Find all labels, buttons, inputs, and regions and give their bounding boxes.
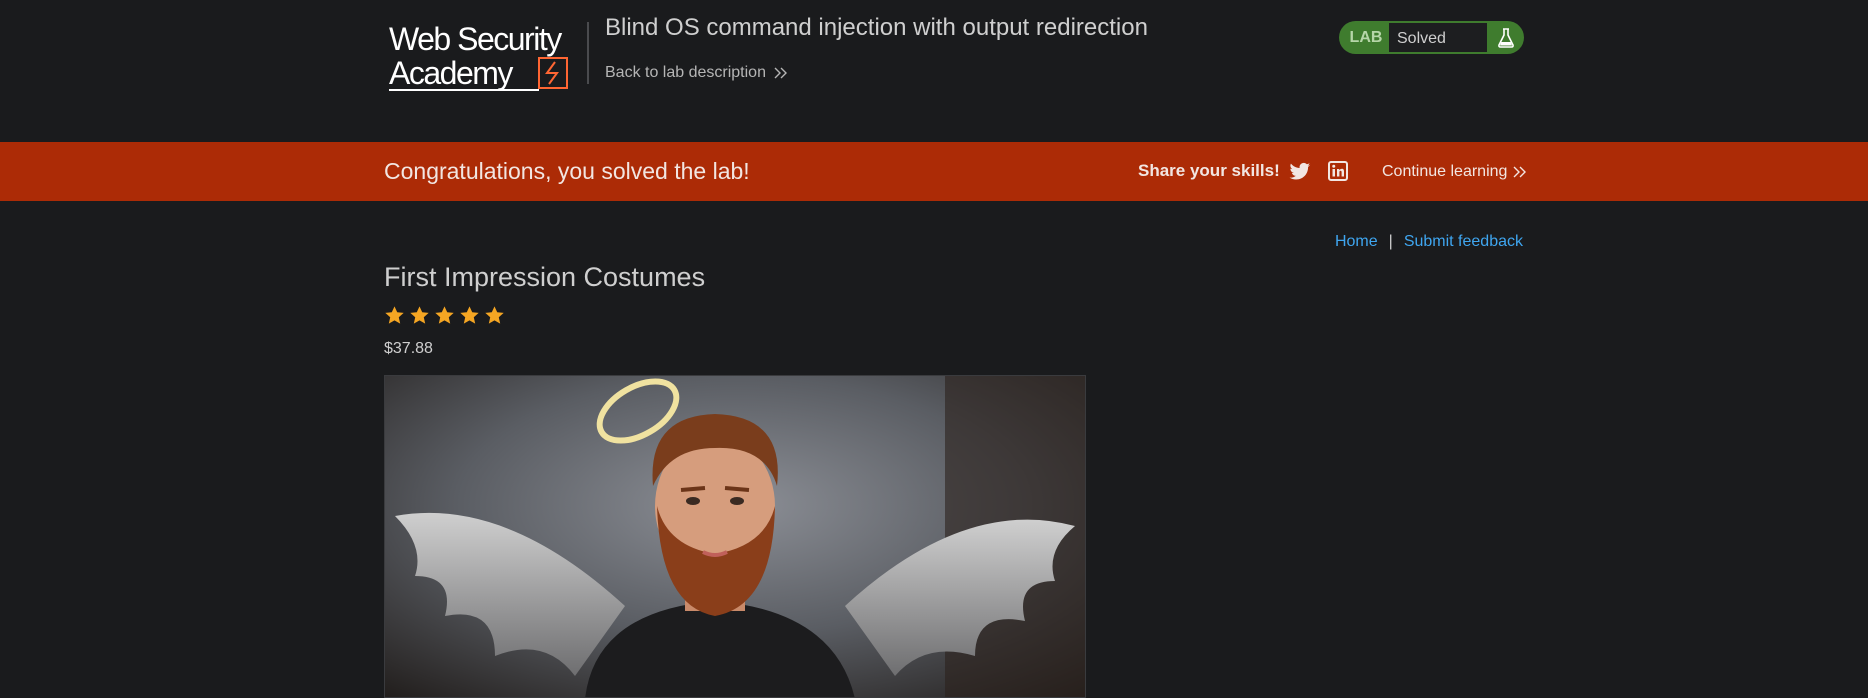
product-rating (384, 305, 505, 326)
top-navigation: Home | Submit feedback (1335, 233, 1523, 251)
lab-tag: LAB (1349, 28, 1383, 46)
linkedin-icon[interactable] (1328, 161, 1348, 181)
svg-text:Web Security: Web Security (389, 21, 562, 57)
back-link-label: Back to lab description (605, 64, 766, 81)
star-icon (385, 306, 404, 324)
lab-title: Blind OS command injection with output r… (605, 14, 1148, 41)
product-image (384, 375, 1086, 698)
nav-separator: | (1388, 233, 1393, 250)
logo-divider (587, 22, 589, 84)
home-link[interactable]: Home (1335, 233, 1378, 251)
svg-text:Academy: Academy (389, 55, 513, 91)
page-header: Web Security Academy Blind OS command in… (0, 0, 1868, 142)
flask-icon (1487, 27, 1524, 48)
double-chevron-icon (774, 67, 787, 79)
star-icon (460, 306, 479, 324)
double-chevron-icon (1513, 166, 1527, 178)
solved-banner: Congratulations, you solved the lab! Sha… (0, 142, 1868, 201)
star-icon (435, 306, 454, 324)
continue-learning-link[interactable]: Continue learning (1382, 163, 1527, 181)
twitter-icon[interactable] (1289, 162, 1311, 182)
submit-feedback-link[interactable]: Submit feedback (1404, 233, 1523, 251)
star-icon (485, 306, 504, 324)
lab-status-text: Solved (1389, 22, 1487, 53)
share-your-skills-label: Share your skills! (1138, 161, 1280, 180)
continue-learning-label: Continue learning (1382, 163, 1508, 180)
product-price: $37.88 (384, 340, 433, 357)
lab-status-badge: LAB Solved (1339, 21, 1524, 54)
web-security-academy-logo[interactable]: Web Security Academy (387, 20, 585, 92)
congratulations-message: Congratulations, you solved the lab! (384, 158, 750, 184)
product-title: First Impression Costumes (384, 262, 706, 292)
star-icon (410, 306, 429, 324)
back-to-lab-description-link[interactable]: Back to lab description (605, 64, 788, 82)
